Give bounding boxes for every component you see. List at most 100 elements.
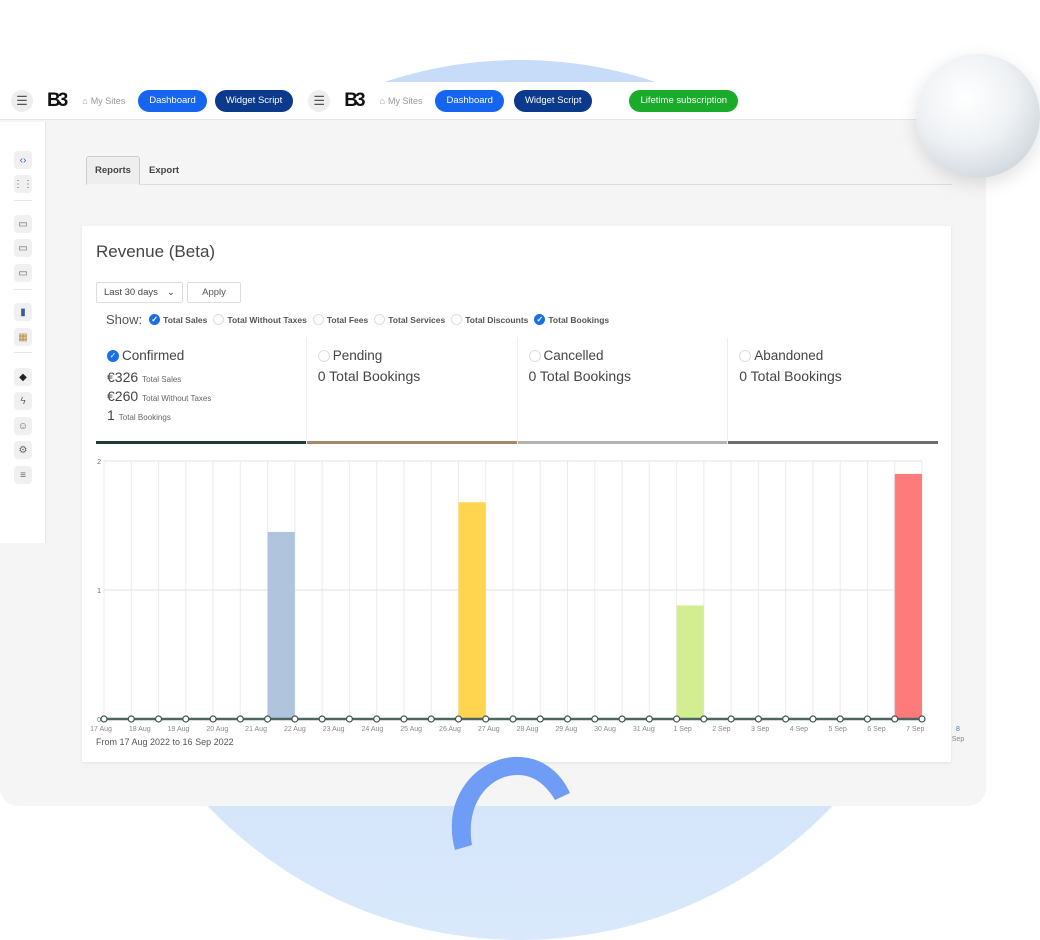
status-summary: 0 Total Bookings (317, 368, 421, 384)
data-point (427, 715, 435, 723)
checkbox-icon[interactable] (739, 349, 752, 362)
data-point (591, 715, 599, 723)
chevron-down-icon: ⌄ (167, 287, 175, 298)
data-point (482, 715, 490, 723)
total-without-taxes-label: Total Without Taxes (142, 394, 212, 403)
status-abandoned[interactable]: Abandoned 0 Total Bookings (728, 338, 938, 444)
divider (14, 352, 32, 353)
x-tick-label: 3 Sep (751, 726, 769, 733)
x-tick-label: 18 Aug (129, 726, 151, 733)
data-point (563, 715, 572, 723)
x-tick-label: 20 Aug (206, 726, 228, 733)
total-without-taxes-value: €260 (107, 388, 139, 404)
option-total-services[interactable]: Total Services (374, 314, 445, 325)
data-point (264, 715, 272, 723)
image-icon[interactable]: ▭ (14, 215, 32, 233)
total-sales-label: Total Sales (142, 375, 182, 384)
data-point (809, 715, 817, 723)
x-tick-label: 8 (956, 726, 960, 733)
status-pending[interactable]: Pending 0 Total Bookings (306, 338, 518, 444)
x-tick-label: Sep (952, 736, 965, 743)
checkbox-icon[interactable] (213, 314, 225, 325)
data-point (891, 715, 899, 723)
checkbox-icon[interactable] (451, 314, 463, 325)
data-point (100, 715, 108, 723)
y-tick-label: 2 (97, 459, 101, 466)
phone-icon[interactable]: ▮ (14, 303, 32, 321)
dashboard-button[interactable]: Dashboard (138, 89, 207, 112)
date-range-select[interactable]: Last 30 days ⌄ (96, 282, 183, 303)
x-tick-label: 5 Sep (829, 726, 847, 733)
checkbox-icon[interactable] (374, 314, 386, 325)
decorative-arc (451, 756, 570, 850)
status-cancelled[interactable]: Cancelled 0 Total Bookings (517, 338, 729, 444)
comment-icon[interactable]: ▭ (14, 264, 32, 282)
data-point (345, 715, 353, 723)
x-tick-label: 24 Aug (362, 726, 384, 733)
bar (267, 531, 295, 719)
sidebar: ‹› ⋮⋮ ▭ ▭ ▭ ▮ ▦ ◆ ϟ ☺ ⚙ ≡ (0, 122, 46, 543)
top-bar: ☰ B3 ⌂ My Sites Dashboard Widget Script ☰… (0, 82, 986, 120)
show-options: Show: ✓ Total Sales Total Without Taxes T… (106, 312, 609, 327)
data-point (509, 715, 517, 723)
dashboard-button[interactable]: Dashboard (435, 89, 504, 112)
x-tick-label: 19 Aug (168, 726, 190, 733)
x-tick-label: 7 Sep (906, 726, 924, 733)
date-range-text: From 17 Aug 2022 to 16 Sep 2022 (96, 737, 234, 747)
x-tick-label: 1 Sep (673, 726, 691, 733)
sliders-icon[interactable]: ≡ (14, 466, 32, 484)
option-label: Total Without Taxes (227, 314, 307, 325)
data-point (618, 715, 626, 723)
option-total-bookings[interactable]: ✓ Total Bookings (534, 314, 609, 325)
logo: B3 (344, 89, 365, 111)
x-tick-label: 31 Aug (633, 726, 655, 733)
menu-icon[interactable]: ☰ (308, 89, 331, 112)
status-underline (517, 441, 728, 444)
data-point (127, 715, 135, 723)
code-icon[interactable]: ‹› (14, 151, 32, 169)
checkbox-icon[interactable] (317, 349, 330, 362)
status-label: Confirmed (122, 348, 185, 363)
paint-bucket-icon[interactable]: ◆ (14, 368, 32, 386)
checkbox-checked-icon[interactable]: ✓ (149, 314, 161, 325)
checkbox-checked-icon[interactable]: ✓ (107, 349, 119, 362)
option-total-sales[interactable]: ✓ Total Sales (149, 314, 207, 325)
data-point (373, 715, 381, 723)
option-total-discounts[interactable]: Total Discounts (451, 314, 528, 325)
apply-button[interactable]: Apply (187, 282, 241, 303)
menu-icon[interactable]: ☰ (11, 89, 33, 112)
x-tick-label: 22 Aug (284, 726, 306, 733)
gear-icon[interactable]: ⚙ (14, 441, 32, 459)
lightning-icon[interactable]: ϟ (14, 392, 32, 410)
status-tabs: ✓ Confirmed €326 Total Sales €260 Total Wit… (96, 338, 938, 444)
y-tick-label: 1 (97, 588, 101, 595)
data-point (154, 715, 163, 723)
checkbox-checked-icon[interactable]: ✓ (534, 314, 546, 325)
calendar-icon[interactable]: ▦ (14, 328, 32, 346)
option-total-fees[interactable]: Total Fees (312, 314, 368, 325)
option-label: Total Sales (163, 314, 208, 325)
widget-script-button[interactable]: Widget Script (214, 89, 294, 112)
users-icon[interactable]: ☺ (14, 417, 32, 435)
my-sites-link[interactable]: ⌂ My Sites (380, 96, 423, 106)
grid-icon[interactable]: ⋮⋮ (13, 175, 33, 193)
status-summary: 0 Total Bookings (528, 368, 631, 384)
data-point (863, 715, 872, 723)
tab-reports[interactable]: Reports (86, 156, 140, 185)
my-sites-link[interactable]: ⌂ My Sites (82, 96, 125, 106)
option-label: Total Bookings (548, 314, 610, 325)
x-tick-label: 17 Aug (90, 726, 112, 733)
window-icon[interactable]: ▭ (14, 239, 32, 257)
data-point (318, 715, 326, 723)
checkbox-icon[interactable] (528, 349, 541, 362)
checkbox-icon[interactable] (312, 314, 324, 325)
status-label: Cancelled (543, 348, 604, 363)
option-total-without-taxes[interactable]: Total Without Taxes (213, 314, 307, 325)
lifetime-subscription-button[interactable]: Lifetime subscription (629, 89, 739, 112)
status-underline (728, 441, 938, 444)
widget-script-button[interactable]: Widget Script (513, 89, 593, 112)
status-confirmed[interactable]: ✓ Confirmed €326 Total Sales €260 Total Wit… (96, 338, 307, 444)
data-point (291, 715, 299, 723)
tab-export[interactable]: Export (141, 156, 187, 185)
data-point (236, 715, 244, 723)
